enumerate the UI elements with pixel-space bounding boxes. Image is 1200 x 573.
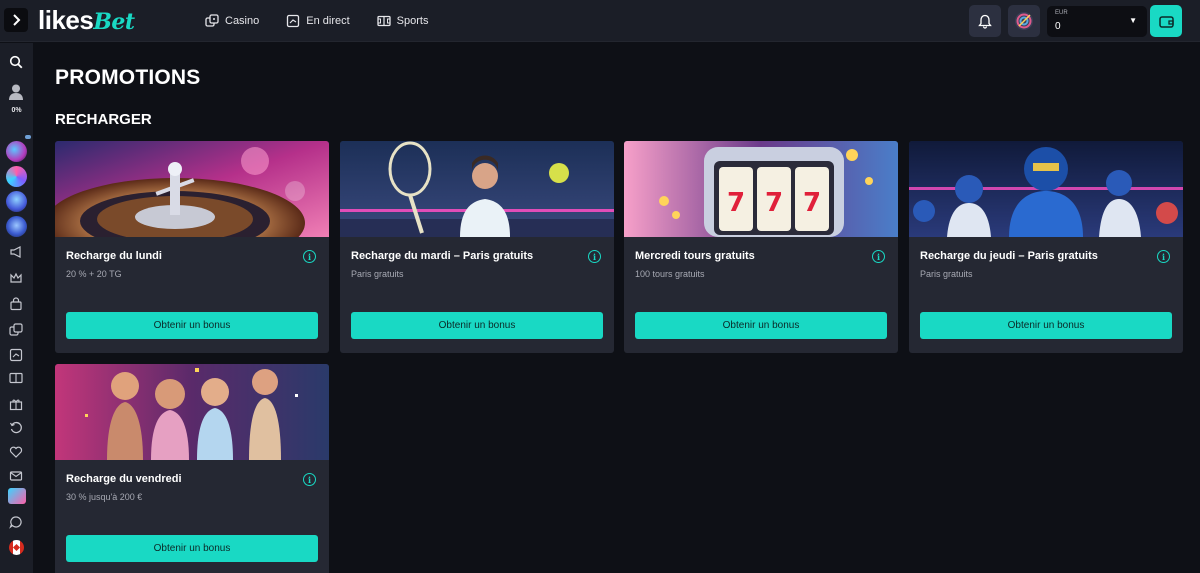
sidebar-promo-banner[interactable] bbox=[8, 488, 26, 504]
section-title: RECHARGER bbox=[55, 111, 152, 128]
logo[interactable]: likesBet bbox=[38, 5, 135, 36]
nav-live[interactable]: En direct bbox=[286, 14, 350, 28]
balance-amount: 0 bbox=[1055, 21, 1061, 32]
promo-card-wednesday: 7 7 7 Mercredi tours gratuits i 100 tour… bbox=[624, 141, 898, 353]
wallet-icon bbox=[1158, 15, 1174, 28]
promo-image-slot-machine: 7 7 7 bbox=[624, 141, 898, 237]
progress-indicator bbox=[25, 135, 31, 139]
caret-down-icon: ▼ bbox=[1129, 16, 1137, 25]
live-icon[interactable] bbox=[9, 348, 23, 362]
info-icon[interactable]: i bbox=[303, 250, 316, 263]
promo-subtitle: 30 % jusqu'à 200 € bbox=[66, 492, 143, 502]
top-bar: likesBet Casino En direct Sports EUR 0 ▼ bbox=[0, 0, 1200, 42]
bell-icon bbox=[978, 14, 992, 29]
mail-icon[interactable] bbox=[9, 469, 23, 483]
chat-icon[interactable] bbox=[9, 515, 23, 529]
promo-subtitle: 20 % + 20 TG bbox=[66, 269, 122, 279]
promo-card-tuesday: Recharge du mardi – Paris gratuits i Par… bbox=[340, 141, 614, 353]
progress-percent: 0% bbox=[11, 107, 22, 114]
live-icon bbox=[287, 14, 300, 28]
shop-bag-icon[interactable] bbox=[9, 297, 23, 311]
info-icon[interactable]: i bbox=[303, 473, 316, 486]
svg-text:7: 7 bbox=[727, 188, 745, 218]
promo-title: Recharge du vendredi bbox=[66, 473, 182, 485]
dice-icon[interactable] bbox=[9, 323, 23, 337]
svg-text:7: 7 bbox=[765, 188, 783, 218]
wallet-button[interactable] bbox=[1150, 5, 1182, 37]
logo-text-accent: Bet bbox=[93, 9, 135, 35]
get-bonus-button[interactable]: Obtenir un bonus bbox=[920, 312, 1172, 339]
heart-icon[interactable] bbox=[9, 445, 23, 459]
get-bonus-button[interactable]: Obtenir un bonus bbox=[66, 312, 318, 339]
sidebar-game-1[interactable] bbox=[6, 141, 27, 162]
info-icon[interactable]: i bbox=[588, 250, 601, 263]
sports-field-icon bbox=[377, 15, 391, 27]
sidebar-game-3[interactable] bbox=[6, 191, 27, 212]
promo-card-thursday: Recharge du jeudi – Paris gratuits i Par… bbox=[909, 141, 1183, 353]
avatar[interactable] bbox=[1008, 5, 1040, 37]
sidebar-game-2[interactable] bbox=[6, 166, 27, 187]
svg-text:7: 7 bbox=[803, 188, 821, 218]
megaphone-icon[interactable] bbox=[9, 245, 23, 259]
canada-flag-icon[interactable] bbox=[9, 540, 24, 555]
crown-icon[interactable] bbox=[9, 271, 23, 285]
nav-casino-label: Casino bbox=[225, 15, 260, 27]
dice-icon bbox=[205, 14, 219, 27]
notifications-button[interactable] bbox=[969, 5, 1001, 37]
sidebar-search[interactable] bbox=[5, 51, 27, 73]
promo-image-roulette bbox=[55, 141, 329, 237]
sidebar-medal[interactable] bbox=[6, 216, 27, 237]
nav-casino[interactable]: Casino bbox=[205, 14, 259, 28]
user-icon bbox=[9, 84, 23, 100]
chevron-right-icon bbox=[13, 14, 21, 26]
sidebar: 0% bbox=[0, 43, 33, 573]
nav-live-label: En direct bbox=[306, 15, 350, 27]
currency-label: EUR bbox=[1055, 10, 1068, 16]
info-icon[interactable]: i bbox=[1157, 250, 1170, 263]
info-icon[interactable]: i bbox=[872, 250, 885, 263]
promo-title: Recharge du jeudi – Paris gratuits bbox=[920, 250, 1098, 262]
target-avatar-icon bbox=[1015, 12, 1033, 30]
search-icon bbox=[9, 55, 23, 69]
get-bonus-button[interactable]: Obtenir un bonus bbox=[635, 312, 887, 339]
promo-subtitle: Paris gratuits bbox=[351, 269, 404, 279]
history-icon[interactable] bbox=[9, 421, 23, 435]
promo-image-party bbox=[55, 364, 329, 460]
page-title: PROMOTIONS bbox=[55, 66, 201, 89]
nav-sports[interactable]: Sports bbox=[377, 14, 429, 28]
main-nav: Casino En direct Sports bbox=[205, 0, 428, 42]
balance-selector[interactable]: EUR 0 ▼ bbox=[1047, 6, 1147, 37]
promo-subtitle: Paris gratuits bbox=[920, 269, 973, 279]
sports-field-icon[interactable] bbox=[9, 371, 23, 385]
get-bonus-button[interactable]: Obtenir un bonus bbox=[351, 312, 603, 339]
gift-icon[interactable] bbox=[9, 397, 23, 411]
get-bonus-button[interactable]: Obtenir un bonus bbox=[66, 535, 318, 562]
maple-leaf-mark bbox=[12, 543, 21, 552]
promo-card-monday: Recharge du lundi i 20 % + 20 TG Obtenir… bbox=[55, 141, 329, 353]
promo-title: Mercredi tours gratuits bbox=[635, 250, 755, 262]
sidebar-profile[interactable] bbox=[5, 81, 27, 103]
promo-title: Recharge du mardi – Paris gratuits bbox=[351, 250, 534, 262]
promo-image-football bbox=[909, 141, 1183, 237]
promo-image-tennis bbox=[340, 141, 614, 237]
nav-sports-label: Sports bbox=[396, 15, 429, 27]
logo-text: likes bbox=[38, 5, 94, 35]
promo-subtitle: 100 tours gratuits bbox=[635, 269, 705, 279]
sidebar-toggle-button[interactable] bbox=[4, 8, 28, 32]
promo-card-friday: Recharge du vendredi i 30 % jusqu'à 200 … bbox=[55, 364, 329, 573]
promo-title: Recharge du lundi bbox=[66, 250, 162, 262]
